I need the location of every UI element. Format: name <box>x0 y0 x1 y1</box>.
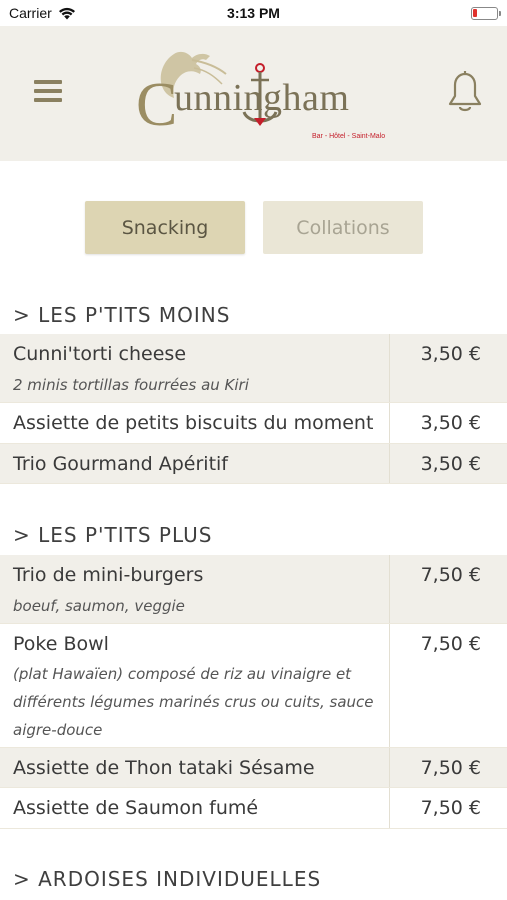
tab-collations[interactable]: Collations <box>263 201 423 254</box>
tab-snacking[interactable]: Snacking <box>85 201 245 254</box>
menu-item-row[interactable]: Assiette de Thon tataki Sésame 7,50 € <box>0 748 507 788</box>
logo-subtitle: Bar - Hôtel - Saint-Malo <box>312 133 386 140</box>
anchor-icon <box>242 63 278 126</box>
item-price: 7,50 € <box>420 564 481 586</box>
item-price: 7,50 € <box>420 797 481 819</box>
status-bar: Carrier 3:13 PM <box>0 0 507 26</box>
section-title-ptits-plus: > LES P'TITS PLUS <box>13 523 213 547</box>
item-price: 3,50 € <box>420 343 481 365</box>
item-description: 2 minis tortillas fourrées au Kiri <box>13 376 249 394</box>
menu-item-row[interactable]: Poke Bowl (plat Hawaïen) composé de riz … <box>0 624 507 748</box>
menu-item-row[interactable]: Assiette de petits biscuits du moment 3,… <box>0 403 507 444</box>
hamburger-menu-icon[interactable] <box>34 80 62 108</box>
menu-item-row[interactable]: Trio de mini-burgers boeuf, saumon, vegg… <box>0 555 507 624</box>
app-header: C unningham Bar - Hôtel - Saint-Malo <box>0 26 507 161</box>
item-name: Trio de mini-burgers <box>13 564 204 586</box>
item-name: Assiette de Saumon fumé <box>13 797 259 819</box>
menu-item-row[interactable]: Trio Gourmand Apéritif 3,50 € <box>0 444 507 484</box>
item-price: 3,50 € <box>420 412 481 434</box>
battery-icon <box>471 7 501 20</box>
item-price: 7,50 € <box>420 757 481 779</box>
item-description-line-3: aigre-douce <box>13 721 103 739</box>
cunningham-logo: C unningham Bar - Hôtel - Saint-Malo <box>134 46 386 146</box>
menu-item-row[interactable]: Cunni'torti cheese 2 minis tortillas fou… <box>0 334 507 403</box>
item-name: Trio Gourmand Apéritif <box>13 453 228 475</box>
logo-initial: C <box>136 71 178 139</box>
item-price: 7,50 € <box>420 633 481 655</box>
bell-icon[interactable] <box>446 70 484 114</box>
item-description-line-2: différents légumes marinés crus ou cuits… <box>13 693 374 711</box>
item-description-line-1: (plat Hawaïen) composé de riz au vinaigr… <box>13 665 352 683</box>
clock: 3:13 PM <box>227 5 280 21</box>
section-title-ardoises: > ARDOISES INDIVIDUELLES <box>13 867 322 891</box>
item-name: Poke Bowl <box>13 633 109 655</box>
section-title-ptits-moins: > LES P'TITS MOINS <box>13 303 231 327</box>
item-name: Assiette de Thon tataki Sésame <box>13 757 315 779</box>
menu-item-row[interactable]: Assiette de Saumon fumé 7,50 € <box>0 788 507 829</box>
item-name: Assiette de petits biscuits du moment <box>13 412 374 434</box>
item-price: 3,50 € <box>420 453 481 475</box>
category-tabs: Snacking Collations <box>0 201 507 254</box>
item-name: Cunni'torti cheese <box>13 343 187 365</box>
item-description: boeuf, saumon, veggie <box>13 597 185 615</box>
